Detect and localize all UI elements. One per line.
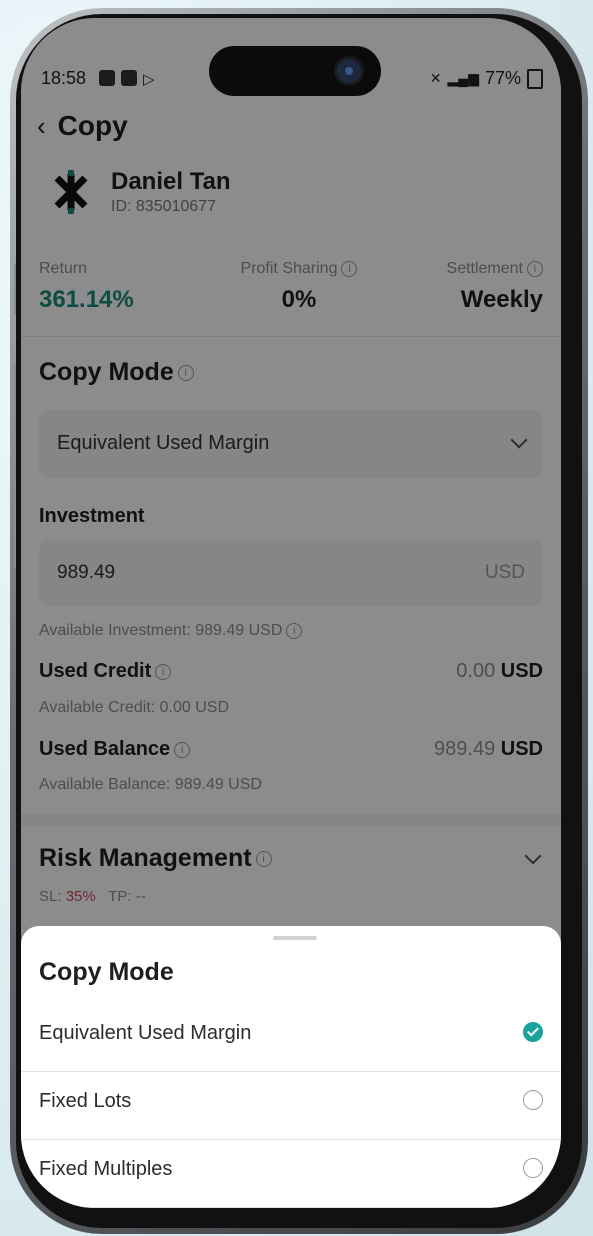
option-fixed-multiples[interactable]: Fixed Multiples: [21, 1140, 561, 1208]
radio-icon: [523, 1158, 543, 1178]
check-circle-icon: [523, 1022, 543, 1042]
sheet-handle[interactable]: [273, 936, 317, 940]
option-label: Equivalent Used Margin: [39, 1022, 252, 1044]
screen: 18:58 ▷ ✕ ▂▄▆ 77% ‹ Copy Daniel Tan ID: …: [21, 18, 561, 1208]
sheet-title: Copy Mode: [39, 958, 174, 986]
dynamic-island: [209, 46, 381, 96]
camera-icon: [337, 59, 361, 83]
copy-mode-sheet: Copy Mode Equivalent Used Margin Fixed L…: [21, 926, 561, 1208]
option-equivalent-used-margin[interactable]: Equivalent Used Margin: [21, 1004, 561, 1072]
radio-icon: [523, 1090, 543, 1110]
option-label: Fixed Multiples: [39, 1158, 173, 1180]
option-fixed-lots[interactable]: Fixed Lots: [21, 1072, 561, 1140]
divider: [21, 1207, 561, 1208]
option-label: Fixed Lots: [39, 1090, 132, 1112]
